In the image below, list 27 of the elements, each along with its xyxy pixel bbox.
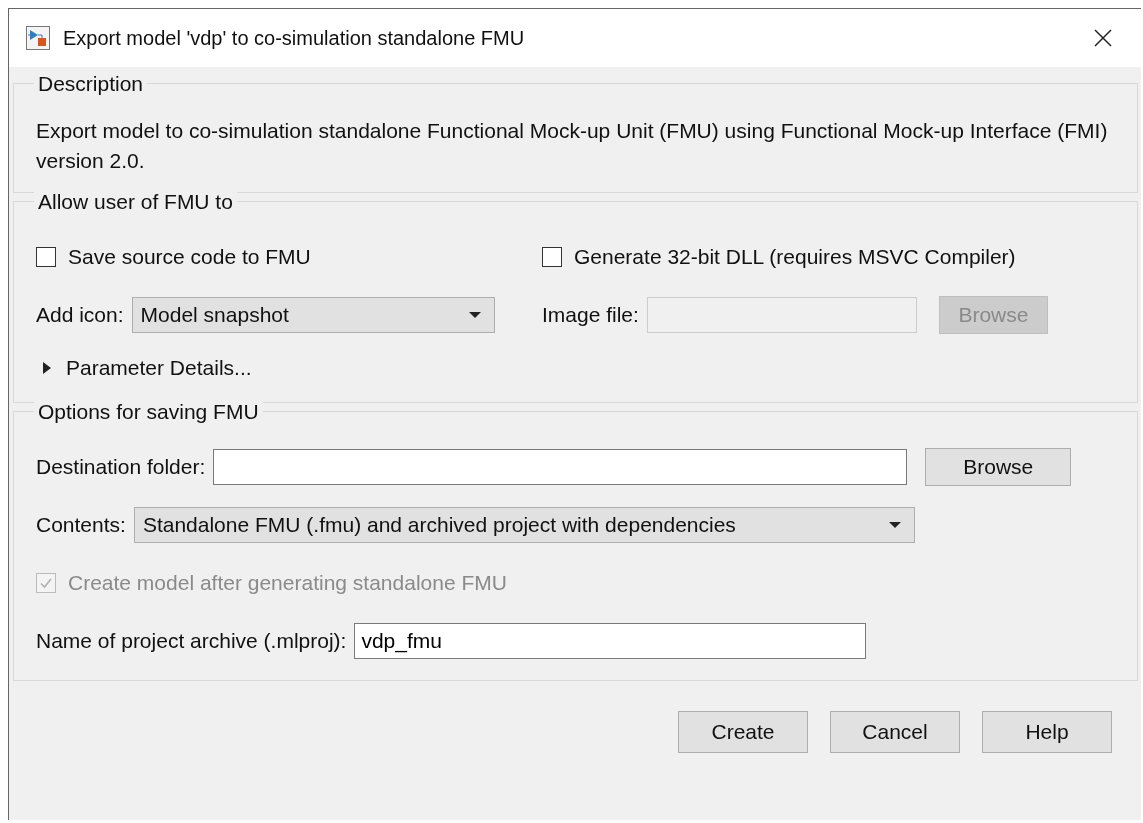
dropdown[interactable]: Model snapshot bbox=[131, 297, 495, 333]
field-label: Add icon: bbox=[36, 303, 124, 327]
checkbox-label: Save source code to FMU bbox=[68, 245, 311, 269]
group-heading: Options for saving FMU bbox=[34, 399, 263, 425]
window-title: Export model 'vdp' to co-simulation standalone FMU bbox=[63, 26, 526, 50]
checkbox[interactable] bbox=[36, 247, 56, 267]
triangle-right-icon bbox=[42, 362, 52, 374]
field-label: Image file: bbox=[542, 303, 639, 327]
field-label: Destination folder: bbox=[36, 455, 206, 479]
caret-icon bbox=[887, 521, 902, 529]
cancel-button[interactable]: Cancel bbox=[830, 711, 960, 753]
checkbox[interactable] bbox=[542, 247, 562, 267]
archive-name-field[interactable]: vdp_fmu bbox=[354, 623, 867, 659]
expander-toggle[interactable]: Parameter Details... bbox=[42, 356, 252, 380]
checkbox-label: Create model after generating standalone FMU bbox=[68, 571, 507, 595]
create-button[interactable]: Create bbox=[678, 711, 808, 753]
app-icon bbox=[26, 26, 50, 50]
help-button[interactable]: Help bbox=[982, 711, 1112, 753]
dropdown[interactable]: Standalone FMU (.fmu) and archived project with dependencies bbox=[133, 507, 915, 543]
field-label: Name of project archive (.mlproj): bbox=[36, 629, 347, 653]
field-label: Contents: bbox=[36, 513, 126, 537]
destination-field[interactable] bbox=[213, 449, 908, 485]
caret-icon bbox=[467, 311, 482, 319]
checkbox-label: Generate 32-bit DLL (requires MSVC Compiler) bbox=[574, 245, 1016, 269]
browse-button[interactable]: Browse bbox=[925, 448, 1072, 486]
description-text: Export model to co-simulation standalone Functional Mock-up Unit (FMU) using Functional Mock-up Interface (FMI) version 2.0. bbox=[36, 118, 1109, 174]
close-icon bbox=[1094, 29, 1112, 47]
